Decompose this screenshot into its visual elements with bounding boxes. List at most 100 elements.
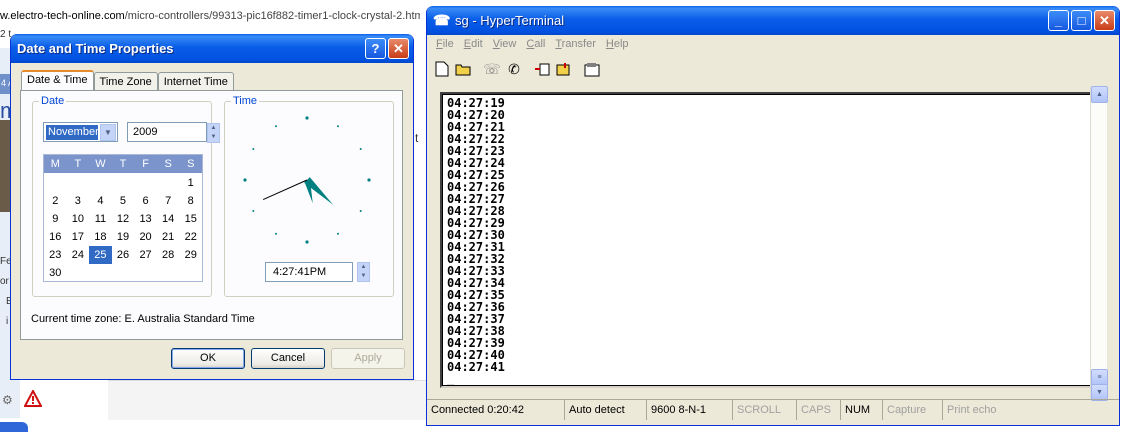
calendar-day[interactable]: 26 xyxy=(112,246,135,264)
tab-internet-time[interactable]: Internet Time xyxy=(157,72,234,91)
timezone-value: E. Australia Standard Time xyxy=(124,313,255,325)
cancel-button[interactable]: Cancel xyxy=(251,348,325,369)
calendar-day[interactable]: 12 xyxy=(112,210,135,228)
calendar-day[interactable]: 21 xyxy=(157,228,180,246)
new-icon[interactable] xyxy=(433,60,451,78)
warning-icon[interactable] xyxy=(24,390,42,408)
clock-tick xyxy=(305,240,309,244)
calendar-day[interactable]: 9 xyxy=(44,210,67,228)
close-button[interactable]: ✕ xyxy=(388,38,409,59)
minimize-button[interactable]: _ xyxy=(1048,10,1069,31)
open-icon[interactable] xyxy=(455,60,473,78)
browser-url-text[interactable]: w.electro-tech-online.com/micro-controll… xyxy=(0,10,420,28)
menu-item-call[interactable]: Call xyxy=(521,36,550,56)
status-connected: Connected 0:20:42 xyxy=(427,400,565,420)
calendar-day[interactable]: 15 xyxy=(179,210,202,228)
calendar-day-selected[interactable]: 25 xyxy=(89,246,112,264)
terminal-area[interactable]: 04:27:19 04:27:20 04:27:21 04:27:22 04:27:23… xyxy=(440,92,1107,388)
url-domain: w.electro-tech-online.com xyxy=(0,10,125,22)
calendar-day[interactable]: 6 xyxy=(134,192,157,210)
calendar-day[interactable]: 24 xyxy=(67,246,90,264)
status-capture: Capture xyxy=(883,400,943,420)
chevron-down-icon[interactable]: ▼ xyxy=(100,124,116,141)
status-scroll: SCROLL xyxy=(733,400,797,420)
hyperterminal-window: ☎ sg - HyperTerminal _ □ ✕ File Edit View C… xyxy=(426,6,1120,426)
start-button-fragment[interactable] xyxy=(0,422,28,432)
terminal-line: 04:27:23 xyxy=(447,144,505,158)
dial-icon[interactable]: ✆ xyxy=(505,60,523,78)
properties-icon[interactable] xyxy=(583,60,601,78)
calendar-day[interactable]: 10 xyxy=(67,210,90,228)
status-settings: 9600 8-N-1 xyxy=(647,400,733,420)
calendar-day[interactable]: 8 xyxy=(179,192,202,210)
time-input[interactable]: 4:27:41PM ▲ ▼ xyxy=(265,262,370,282)
year-stepper[interactable]: 2009 ▲ ▼ xyxy=(127,122,220,143)
disconnect-icon[interactable]: ☏ xyxy=(483,60,501,78)
clock-tick xyxy=(305,116,309,120)
calendar-day[interactable]: 1 xyxy=(179,174,202,192)
time-group-label: Time xyxy=(231,95,260,107)
calendar-day[interactable]: 18 xyxy=(89,228,112,246)
menu-accelerator: V xyxy=(492,38,500,50)
calendar-day[interactable]: 22 xyxy=(179,228,202,246)
calendar-empty xyxy=(112,174,135,192)
calendar-day[interactable]: 20 xyxy=(134,228,157,246)
month-select[interactable]: November ▼ xyxy=(43,122,118,142)
calendar-day[interactable]: 4 xyxy=(89,192,112,210)
year-spin-buttons[interactable]: ▲ ▼ xyxy=(207,123,220,143)
dialog-title: Date and Time Properties xyxy=(17,41,174,56)
calendar-day[interactable]: 30 xyxy=(44,264,67,282)
hyperterminal-titlebar[interactable]: ☎ sg - HyperTerminal _ □ ✕ xyxy=(427,6,1119,35)
menu-item-file[interactable]: File xyxy=(431,36,459,56)
calendar-day[interactable]: 29 xyxy=(179,246,202,264)
calendar-day[interactable]: 28 xyxy=(157,246,180,264)
terminal-line: 04:27:28 xyxy=(447,204,505,218)
calendar-day[interactable]: 2 xyxy=(44,192,67,210)
calendar-weekday-header: MTWTFSS xyxy=(44,155,202,173)
time-spin-buttons[interactable]: ▲ ▼ xyxy=(357,262,370,282)
calendar-day[interactable]: 14 xyxy=(157,210,180,228)
menu-label: ile xyxy=(442,38,454,50)
calendar-day[interactable]: 7 xyxy=(157,192,180,210)
terminal-line: 04:27:29 xyxy=(447,216,505,230)
menu-item-help[interactable]: Help xyxy=(601,36,634,56)
analog-clock xyxy=(243,116,371,244)
weekday-label: S xyxy=(164,158,172,170)
terminal-line: 04:27:20 xyxy=(447,108,505,122)
menu-label: elp xyxy=(613,38,629,50)
settings-icon[interactable]: ⚙ xyxy=(2,393,18,407)
tab-date-time[interactable]: Date & Time xyxy=(21,70,94,91)
date-time-titlebar[interactable]: Date and Time Properties ? ✕ xyxy=(11,34,413,63)
help-button[interactable]: ? xyxy=(365,38,386,59)
calendar-day[interactable]: 11 xyxy=(89,210,112,228)
tab-time-zone[interactable]: Time Zone xyxy=(93,72,158,91)
scroll-up-button[interactable]: ▲ xyxy=(1091,86,1108,103)
calendar-day[interactable]: 19 xyxy=(112,228,135,246)
vertical-scrollbar[interactable]: ▲ ≡ ▼ xyxy=(1090,86,1108,401)
menu-item-transfer[interactable]: Transfer xyxy=(550,36,601,56)
send-icon[interactable] xyxy=(533,60,551,78)
calendar-day[interactable]: 16 xyxy=(44,228,67,246)
timezone-label: Current time zone: xyxy=(31,313,122,325)
menu-item-view[interactable]: View xyxy=(488,36,522,56)
ok-button[interactable]: OK xyxy=(171,348,245,369)
maximize-button[interactable]: □ xyxy=(1071,10,1092,31)
menu-accelerator: E xyxy=(463,38,472,50)
terminal-output[interactable]: 04:27:19 04:27:20 04:27:21 04:27:22 04:27:23… xyxy=(442,94,1092,386)
calendar-grid[interactable]: 1 2 3 4 5 6 7 8 9 10 11 12 13 14 15 16 17 18 19 20 21 22 23 24 2… xyxy=(44,174,202,282)
calendar-day[interactable]: 27 xyxy=(134,246,157,264)
calendar-day[interactable]: 13 xyxy=(134,210,157,228)
close-button[interactable]: ✕ xyxy=(1094,10,1115,31)
calendar-day[interactable]: 5 xyxy=(112,192,135,210)
calendar[interactable]: MTWTFSS 1 2 3 4 5 6 7 8 9 10 11 12 13 14 15 16 17 18 19 20 2… xyxy=(43,154,203,282)
calendar-day[interactable]: 17 xyxy=(67,228,90,246)
calendar-empty xyxy=(89,264,112,282)
browser-text-fragment: t xyxy=(415,131,419,145)
apply-button[interactable]: Apply xyxy=(331,348,405,369)
calendar-day[interactable]: 3 xyxy=(67,192,90,210)
clock-tick xyxy=(337,125,339,128)
calendar-day[interactable]: 23 xyxy=(44,246,67,264)
weekday-label: S xyxy=(187,158,195,170)
receive-icon[interactable] xyxy=(555,60,573,78)
menu-item-edit[interactable]: Edit xyxy=(459,36,488,56)
